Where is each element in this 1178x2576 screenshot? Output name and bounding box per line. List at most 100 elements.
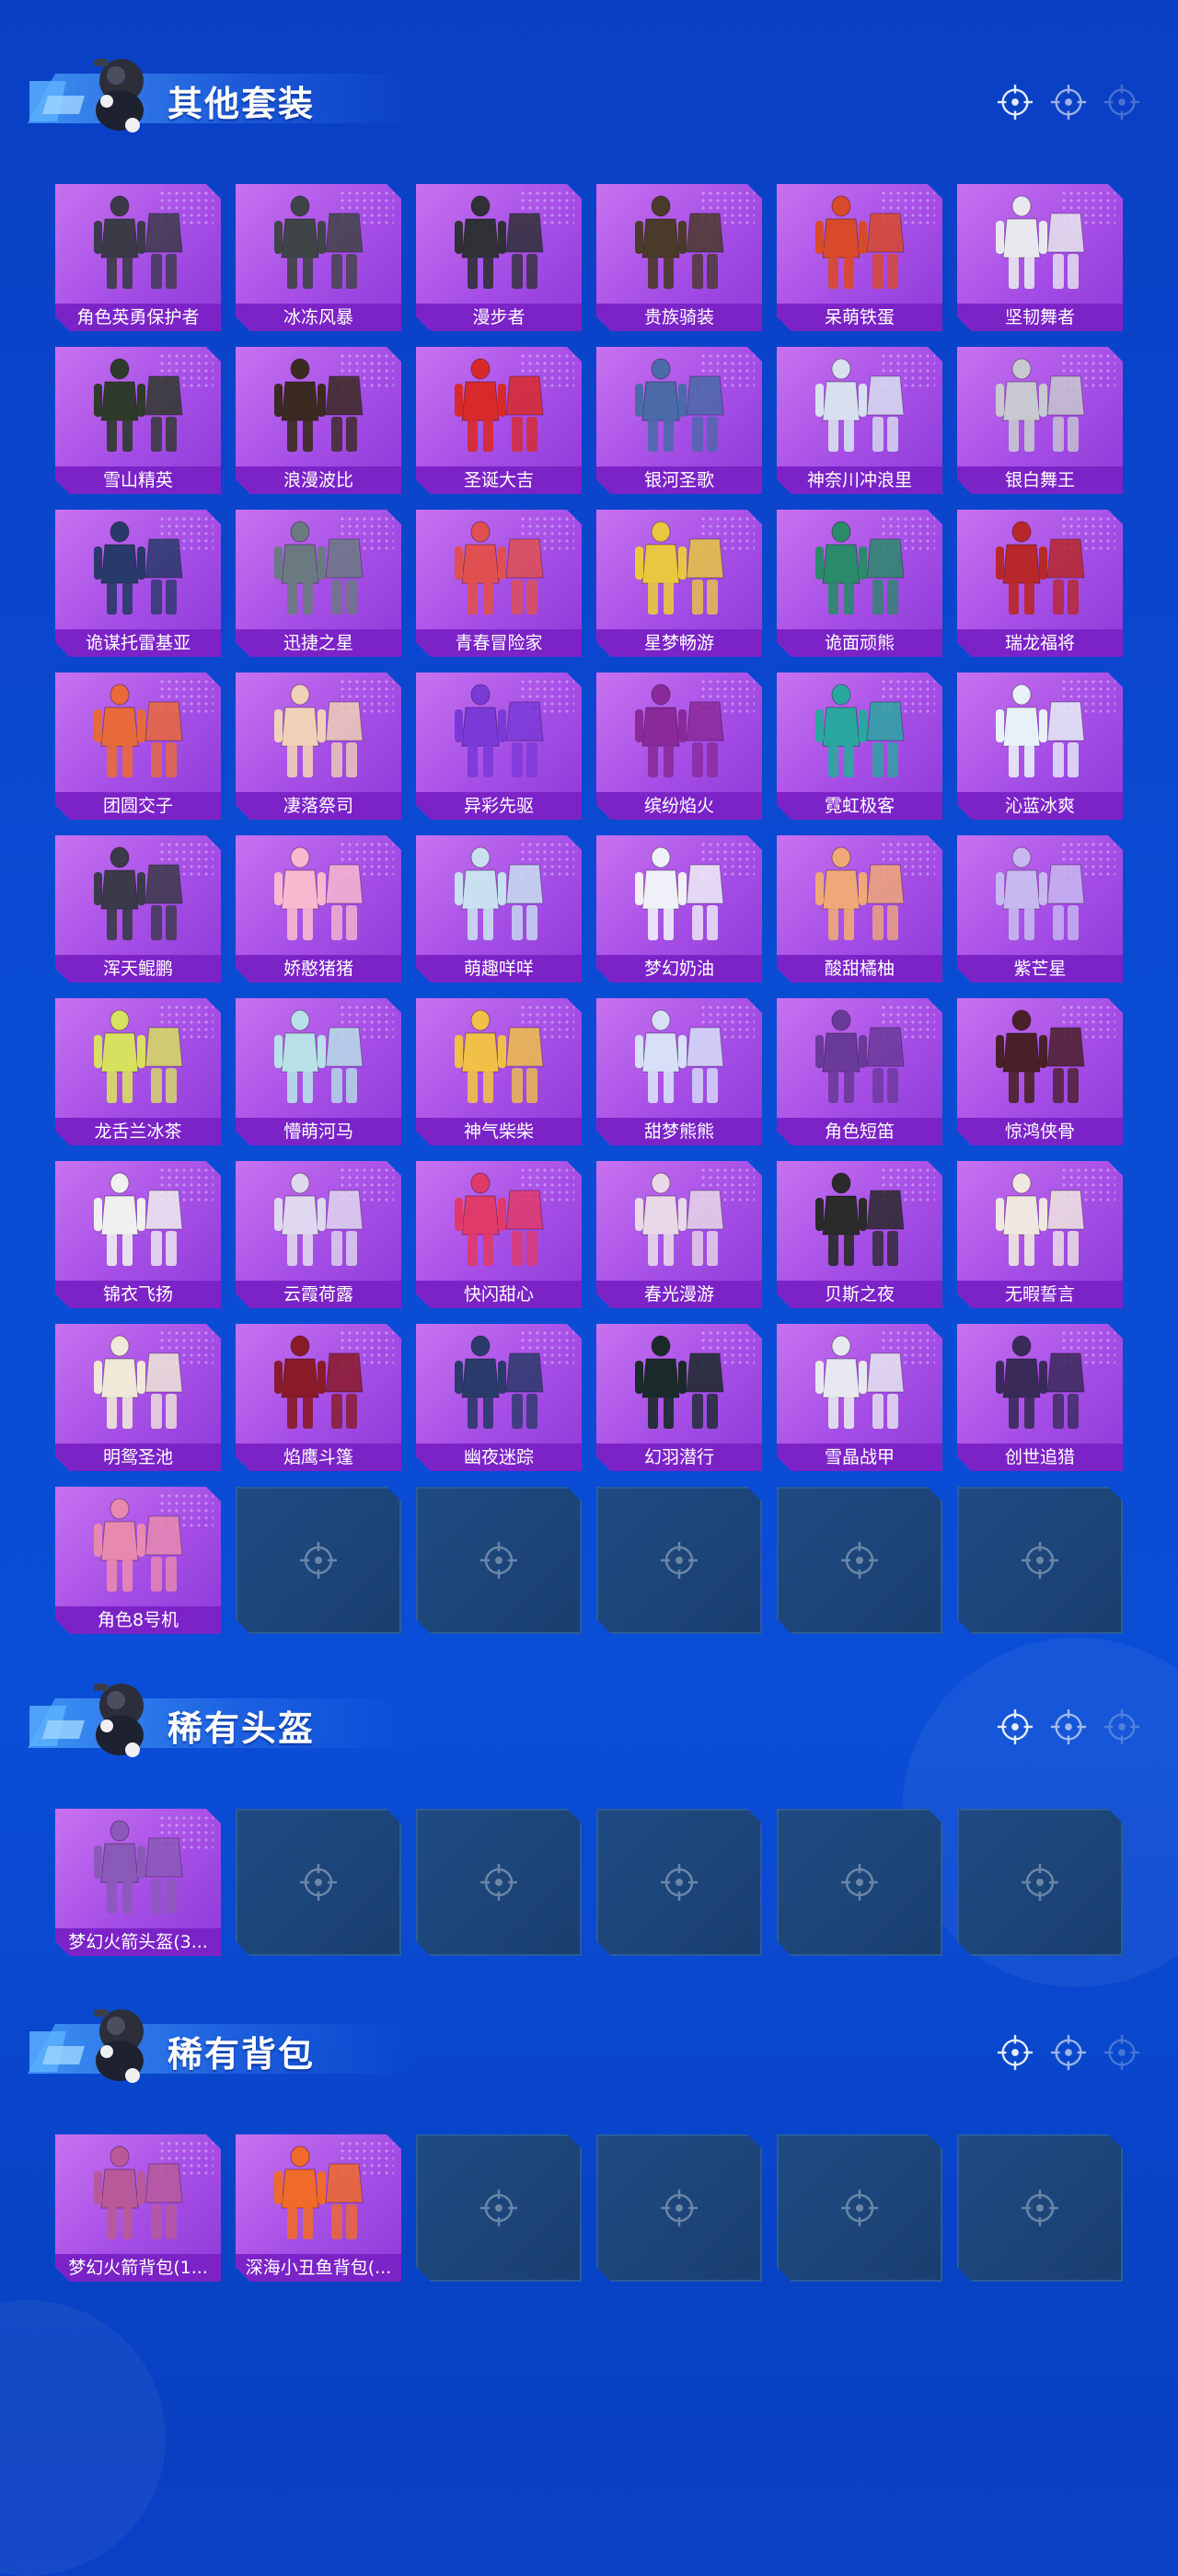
outfit-figure-icon: [83, 1007, 193, 1109]
item-name: 诡面顽熊: [777, 629, 942, 657]
item-card[interactable]: 雪山精英: [55, 347, 221, 494]
item-card[interactable]: 角色8号机: [55, 1487, 221, 1634]
item-card[interactable]: 快闪甜心: [416, 1161, 582, 1308]
item-card[interactable]: 异彩先驱: [416, 673, 582, 820]
outfit-figure-icon: [804, 356, 915, 457]
crosshair-icon: [479, 2188, 519, 2228]
item-card[interactable]: 诡谋托雷基亚: [55, 510, 221, 657]
item-card[interactable]: 梦幻奶油: [596, 835, 762, 983]
section-2: 稀有头盔 梦幻火箭头盔(3...: [0, 1674, 1178, 1763]
item-card[interactable]: 云霞荷露: [236, 1161, 401, 1308]
item-card[interactable]: 娇憨猪猪: [236, 835, 401, 983]
item-card[interactable]: 瑞龙福将: [957, 510, 1123, 657]
item-card[interactable]: 坚韧舞者: [957, 184, 1123, 331]
section-title: 稀有头盔: [167, 1708, 316, 1749]
item-card[interactable]: 角色短笛: [777, 998, 942, 1145]
item-card[interactable]: 神气柴柴: [416, 998, 582, 1145]
item-name: 惊鸿侠骨: [957, 1118, 1123, 1145]
item-card[interactable]: 银河圣歌: [596, 347, 762, 494]
empty-slot: [777, 1809, 942, 1956]
section-header: 稀有头盔: [0, 1674, 1178, 1763]
item-card[interactable]: 呆萌铁蛋: [777, 184, 942, 331]
outfit-figure-icon: [83, 1170, 193, 1271]
outfit-figure-icon: [985, 682, 1095, 783]
item-card[interactable]: 甜梦熊熊: [596, 998, 762, 1145]
item-card[interactable]: 漫步者: [416, 184, 582, 331]
outfit-figure-icon: [985, 1333, 1095, 1434]
item-card[interactable]: 梦幻火箭背包(1...: [55, 2134, 221, 2282]
item-card[interactable]: 银白舞王: [957, 347, 1123, 494]
outfit-figure-icon: [624, 682, 734, 783]
item-card[interactable]: 浑天鲲鹏: [55, 835, 221, 983]
item-card[interactable]: 惊鸿侠骨: [957, 998, 1123, 1145]
item-card[interactable]: 沁蓝冰爽: [957, 673, 1123, 820]
outfit-figure-icon: [83, 1333, 193, 1434]
item-card[interactable]: 酸甜橘柚: [777, 835, 942, 983]
item-name: 异彩先驱: [416, 792, 582, 820]
outfit-figure-icon: [985, 1170, 1095, 1271]
outfit-figure-icon: [83, 845, 193, 946]
item-name: 梦幻火箭头盔(3...: [55, 1928, 221, 1956]
item-grid: 梦幻火箭头盔(3...: [55, 1809, 1123, 1956]
crosshair-icon: [1020, 1540, 1060, 1581]
section-header: 稀有背包: [0, 2000, 1178, 2088]
empty-slot: [596, 1809, 762, 1956]
item-card[interactable]: 焰鹰斗篷: [236, 1324, 401, 1471]
item-card[interactable]: 冰冻风暴: [236, 184, 401, 331]
item-card[interactable]: 贵族骑装: [596, 184, 762, 331]
item-card[interactable]: 迅捷之星: [236, 510, 401, 657]
item-card[interactable]: 角色英勇保护者: [55, 184, 221, 331]
outfit-figure-icon: [804, 1007, 915, 1109]
item-name: 懵萌河马: [236, 1118, 401, 1145]
item-name: 幻羽潜行: [596, 1443, 762, 1471]
outfit-figure-icon: [83, 1496, 193, 1597]
item-card[interactable]: 凄落祭司: [236, 673, 401, 820]
item-card[interactable]: 紫芒星: [957, 835, 1123, 983]
crosshair-icon: [298, 1862, 339, 1903]
outfit-figure-icon: [624, 1333, 734, 1434]
item-card[interactable]: 春光漫游: [596, 1161, 762, 1308]
outfit-figure-icon: [83, 193, 193, 294]
item-card[interactable]: 圣诞大吉: [416, 347, 582, 494]
item-card[interactable]: 懵萌河马: [236, 998, 401, 1145]
item-card[interactable]: 神奈川冲浪里: [777, 347, 942, 494]
item-name: 瑞龙福将: [957, 629, 1123, 657]
outfit-figure-icon: [263, 356, 374, 457]
item-card[interactable]: 团圆交子: [55, 673, 221, 820]
outfit-figure-icon: [263, 1170, 374, 1271]
item-card[interactable]: 雪晶战甲: [777, 1324, 942, 1471]
item-name: 明鸳圣池: [55, 1443, 221, 1471]
outfit-figure-icon: [263, 1333, 374, 1434]
item-name: 贝斯之夜: [777, 1281, 942, 1308]
item-card[interactable]: 深海小丑鱼背包(...: [236, 2134, 401, 2282]
item-card[interactable]: 诡面顽熊: [777, 510, 942, 657]
item-name: 创世追猎: [957, 1443, 1123, 1471]
item-name: 呆萌铁蛋: [777, 304, 942, 331]
item-card[interactable]: 明鸳圣池: [55, 1324, 221, 1471]
crosshair-icon: [1103, 84, 1140, 121]
item-card[interactable]: 青春冒险家: [416, 510, 582, 657]
item-name: 快闪甜心: [416, 1281, 582, 1308]
outfit-figure-icon: [263, 845, 374, 946]
item-name: 浪漫波比: [236, 466, 401, 494]
outfit-figure-icon: [83, 519, 193, 620]
item-name: 圣诞大吉: [416, 466, 582, 494]
outfit-figure-icon: [444, 1333, 554, 1434]
item-name: 青春冒险家: [416, 629, 582, 657]
item-card[interactable]: 贝斯之夜: [777, 1161, 942, 1308]
item-card[interactable]: 霓虹极客: [777, 673, 942, 820]
item-card[interactable]: 浪漫波比: [236, 347, 401, 494]
item-card[interactable]: 梦幻火箭头盔(3...: [55, 1809, 221, 1956]
item-card[interactable]: 星梦畅游: [596, 510, 762, 657]
item-card[interactable]: 无暇誓言: [957, 1161, 1123, 1308]
item-card[interactable]: 龙舌兰冰茶: [55, 998, 221, 1145]
item-name: 缤纷焰火: [596, 792, 762, 820]
item-card[interactable]: 幽夜迷踪: [416, 1324, 582, 1471]
item-name: 无暇誓言: [957, 1281, 1123, 1308]
item-card[interactable]: 幻羽潜行: [596, 1324, 762, 1471]
item-card[interactable]: 萌趣咩咩: [416, 835, 582, 983]
item-card[interactable]: 缤纷焰火: [596, 673, 762, 820]
item-card[interactable]: 创世追猎: [957, 1324, 1123, 1471]
item-card[interactable]: 锦衣飞扬: [55, 1161, 221, 1308]
empty-slot: [236, 1809, 401, 1956]
